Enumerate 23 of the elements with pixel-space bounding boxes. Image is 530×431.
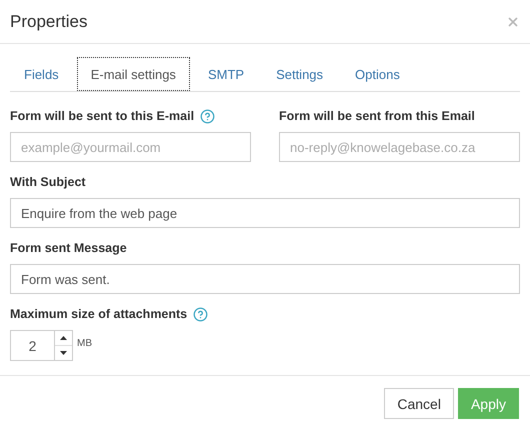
field-label: Maximum size of attachments [10, 307, 188, 321]
number-field[interactable]: 2 [10, 330, 55, 361]
tab[interactable]: SMTP [194, 57, 258, 91]
field-label: Form sent Message [10, 241, 127, 255]
field-label: Form will be sent from this Email [279, 109, 475, 123]
input-field[interactable]: Enquire from the web page [10, 198, 520, 228]
caret-up-icon [60, 336, 67, 340]
unit-label: MB [77, 338, 92, 349]
tab[interactable]: E-mail settings [76, 57, 190, 91]
tab[interactable]: Fields [10, 57, 73, 91]
cancel-button[interactable]: Cancel [384, 388, 454, 419]
caret-down-icon [60, 351, 67, 355]
input-field[interactable]: Form was sent. [10, 264, 520, 294]
window-title: Properties [10, 12, 88, 32]
field-label: Form will be sent to this E-mail [10, 109, 194, 123]
tab[interactable]: Settings [262, 57, 338, 91]
email-field[interactable]: example@yourmail.com [10, 132, 251, 162]
help-icon[interactable] [200, 108, 216, 124]
field-label: With Subject [10, 175, 86, 189]
tab[interactable]: Options [341, 57, 414, 91]
help-icon[interactable] [193, 306, 208, 322]
close-button[interactable] [506, 14, 520, 28]
email-field[interactable]: no-reply@knowelagebase.co.za [279, 132, 520, 162]
